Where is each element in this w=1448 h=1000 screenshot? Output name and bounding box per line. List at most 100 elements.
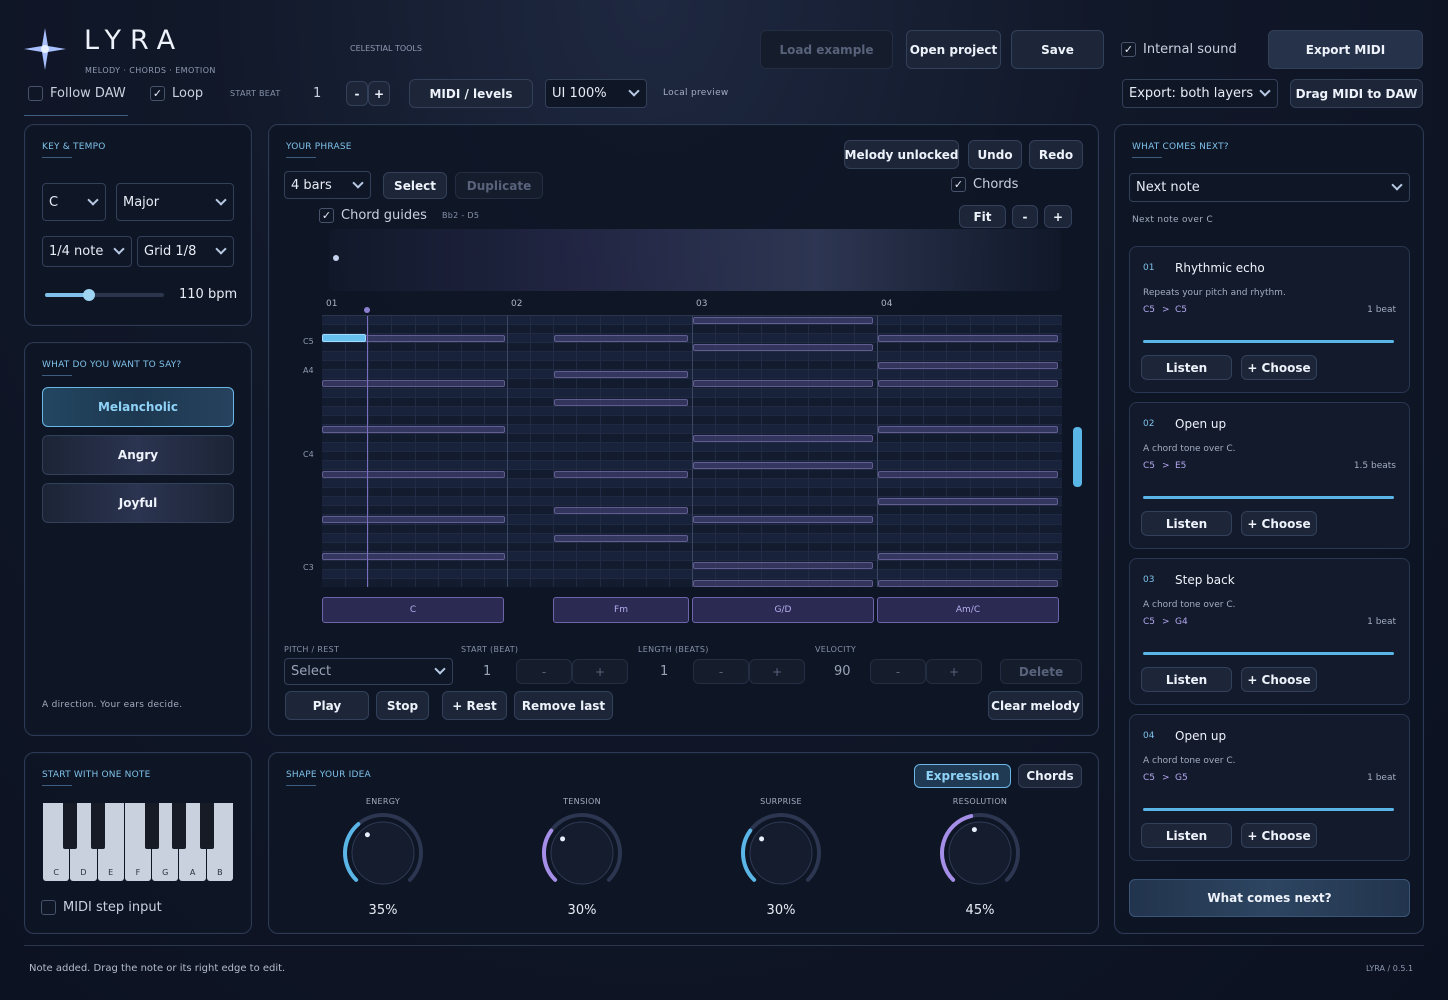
ui-zoom-select[interactable]: UI 100% bbox=[545, 79, 647, 108]
tab-expression[interactable]: Expression bbox=[914, 764, 1011, 788]
piano-roll[interactable]: 01 02 03 04 C5 A4 C4 C3 bbox=[292, 299, 1062, 590]
next-context: Next note over C bbox=[1132, 215, 1213, 225]
knob[interactable] bbox=[736, 808, 826, 898]
chord-box[interactable]: C bbox=[322, 597, 504, 623]
fit-button[interactable]: Fit bbox=[959, 205, 1006, 228]
delete-note-button[interactable]: Delete bbox=[1000, 659, 1082, 684]
black-key[interactable] bbox=[145, 803, 160, 849]
choose-button[interactable]: + Choose bbox=[1241, 355, 1317, 380]
note-value: 1/4 note bbox=[49, 244, 104, 259]
chord-box[interactable]: Am/C bbox=[877, 597, 1059, 623]
melody-note[interactable] bbox=[322, 334, 366, 343]
play-button[interactable]: Play bbox=[285, 691, 369, 720]
drag-midi-button[interactable]: Drag MIDI to DAW bbox=[1290, 79, 1423, 108]
star-sparkle-icon bbox=[333, 255, 339, 261]
add-rest-button[interactable]: + Rest bbox=[442, 691, 507, 720]
start-beat-field-value[interactable]: 1 bbox=[483, 664, 491, 679]
choose-button[interactable]: + Choose bbox=[1241, 667, 1317, 692]
remove-last-button[interactable]: Remove last bbox=[514, 691, 613, 720]
select-tool-button[interactable]: Select bbox=[383, 172, 447, 199]
grid-line bbox=[530, 316, 532, 587]
what-comes-next-button[interactable]: What comes next? bbox=[1129, 879, 1410, 917]
knob[interactable] bbox=[338, 808, 428, 898]
export-layers-select[interactable]: Export: both layers bbox=[1122, 79, 1278, 108]
black-key[interactable] bbox=[63, 803, 78, 849]
mood-angry-button[interactable]: Angry bbox=[42, 435, 234, 475]
length-plus-button[interactable]: + bbox=[749, 659, 805, 684]
card-title: Step back bbox=[1175, 573, 1235, 587]
zoom-out-button[interactable]: - bbox=[1012, 205, 1038, 228]
roll-scrollbar[interactable] bbox=[1073, 427, 1082, 487]
knob[interactable] bbox=[537, 808, 627, 898]
start-beat-minus-button[interactable]: - bbox=[346, 81, 368, 106]
app-subtitle: CELESTIAL TOOLS bbox=[350, 44, 422, 53]
velocity-minus-button[interactable]: - bbox=[870, 659, 926, 684]
chord-box[interactable]: Fm bbox=[553, 597, 689, 623]
chord-guides-checkbox[interactable]: ✓ bbox=[319, 208, 334, 223]
listen-button[interactable]: Listen bbox=[1141, 355, 1232, 380]
velocity-value[interactable]: 90 bbox=[834, 664, 851, 679]
listen-button[interactable]: Listen bbox=[1141, 511, 1232, 536]
duplicate-button[interactable]: Duplicate bbox=[455, 172, 543, 199]
bars-select[interactable]: 4 bars bbox=[284, 171, 371, 199]
melody-unlocked-button[interactable]: Melody unlocked bbox=[844, 140, 959, 169]
next-mode-select[interactable]: Next note bbox=[1129, 173, 1410, 202]
chevron-down-icon bbox=[215, 193, 227, 206]
start-minus-button[interactable]: - bbox=[516, 659, 572, 684]
midi-levels-button[interactable]: MIDI / levels bbox=[409, 79, 533, 108]
white-key-label: A bbox=[189, 868, 196, 877]
midi-step-checkbox[interactable] bbox=[41, 900, 56, 915]
note-grid[interactable] bbox=[322, 315, 1062, 587]
choose-button[interactable]: + Choose bbox=[1241, 823, 1317, 848]
card-description: A chord tone over C. bbox=[1143, 756, 1236, 766]
load-example-button[interactable]: Load example bbox=[760, 30, 893, 69]
listen-button[interactable]: Listen bbox=[1141, 823, 1232, 848]
start-beat-label: START BEAT bbox=[230, 89, 281, 98]
grid-select[interactable]: Grid 1/8 bbox=[137, 236, 234, 267]
length-label: LENGTH (BEATS) bbox=[638, 645, 709, 654]
listen-button[interactable]: Listen bbox=[1141, 667, 1232, 692]
follow-daw-checkbox[interactable] bbox=[28, 86, 43, 101]
start-beat-value[interactable]: 1 bbox=[313, 86, 321, 101]
mode-select[interactable]: Major bbox=[116, 183, 234, 221]
export-midi-button[interactable]: Export MIDI bbox=[1268, 30, 1423, 69]
mood-joyful-button[interactable]: Joyful bbox=[42, 483, 234, 523]
black-key[interactable] bbox=[172, 803, 187, 849]
pitch-select[interactable]: Select bbox=[284, 658, 453, 685]
velocity-plus-button[interactable]: + bbox=[926, 659, 982, 684]
tab-chords[interactable]: Chords bbox=[1018, 764, 1082, 788]
key-select[interactable]: C bbox=[42, 183, 106, 221]
knob-value: 30% bbox=[567, 903, 597, 918]
tempo-slider-thumb[interactable] bbox=[83, 289, 96, 301]
start-beat-field-label: START (BEAT) bbox=[461, 645, 519, 654]
loop-checkbox[interactable]: ✓ bbox=[150, 86, 165, 101]
ui-zoom-value: UI 100% bbox=[552, 86, 607, 101]
piano-keyboard[interactable]: CDEFGAB bbox=[43, 803, 234, 881]
start-beat-plus-button[interactable]: + bbox=[368, 81, 390, 106]
length-minus-button[interactable]: - bbox=[693, 659, 749, 684]
white-key-label: E bbox=[108, 868, 114, 877]
tempo-slider-track[interactable] bbox=[45, 289, 164, 301]
black-key[interactable] bbox=[199, 803, 214, 849]
black-key[interactable] bbox=[90, 803, 105, 849]
chords-checkbox[interactable]: ✓ bbox=[951, 177, 966, 192]
note-value-select[interactable]: 1/4 note bbox=[42, 236, 132, 267]
start-plus-button[interactable]: + bbox=[572, 659, 628, 684]
card-to-pitch: G5 bbox=[1175, 773, 1188, 783]
save-button[interactable]: Save bbox=[1011, 30, 1104, 69]
chord-box[interactable]: G/D bbox=[692, 597, 874, 623]
undo-button[interactable]: Undo bbox=[968, 140, 1022, 169]
playhead[interactable] bbox=[367, 316, 368, 587]
choose-button[interactable]: + Choose bbox=[1241, 511, 1317, 536]
stop-button[interactable]: Stop bbox=[376, 691, 429, 720]
zoom-in-button[interactable]: + bbox=[1044, 205, 1072, 228]
redo-button[interactable]: Redo bbox=[1029, 140, 1083, 169]
knob[interactable] bbox=[935, 808, 1025, 898]
clear-melody-button[interactable]: Clear melody bbox=[988, 691, 1083, 720]
internal-sound-checkbox[interactable]: ✓ bbox=[1121, 42, 1136, 57]
chord-guide-bar bbox=[554, 335, 688, 343]
mood-melancholic-button[interactable]: Melancholic bbox=[42, 387, 234, 427]
playhead-marker[interactable] bbox=[364, 307, 370, 313]
length-value[interactable]: 1 bbox=[660, 664, 668, 679]
open-project-button[interactable]: Open project bbox=[906, 30, 1001, 69]
